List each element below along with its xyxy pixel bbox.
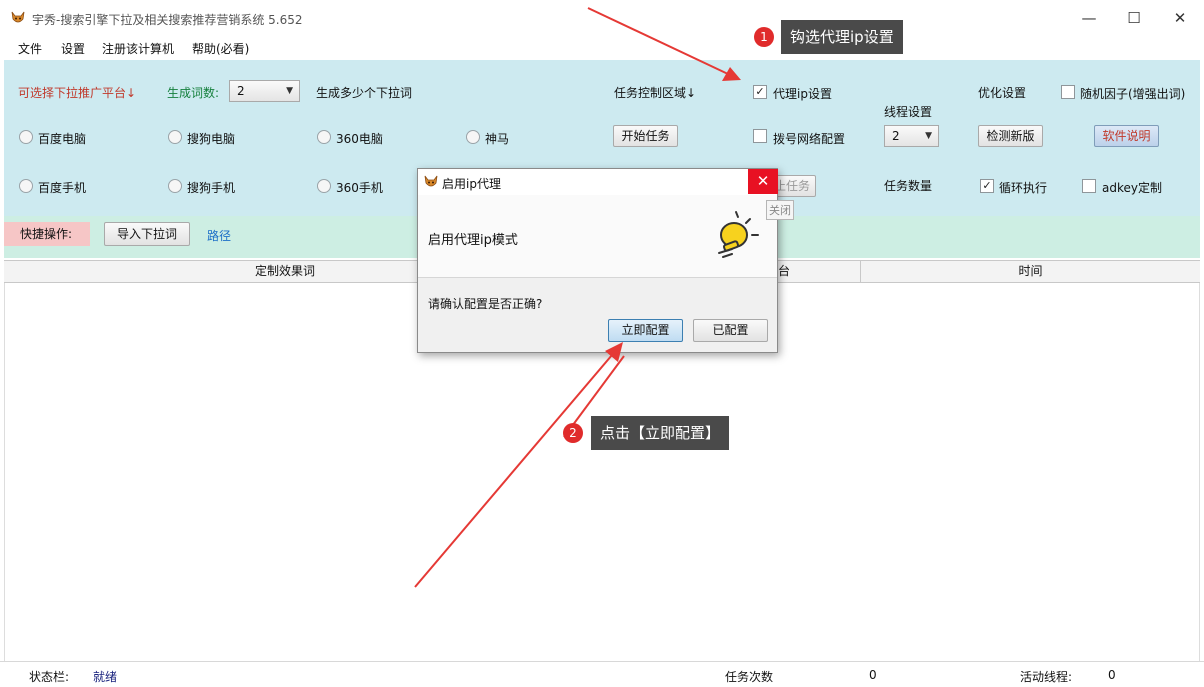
arrow-head-1 [722,67,741,81]
annotation-arrows [414,7,741,588]
step-2-badge: 2 [563,423,583,443]
step-1-callout: 钩选代理ip设置 [781,20,903,54]
arrow-line-1 [587,7,729,75]
step-2-callout: 点击【立即配置】 [591,416,730,450]
arrow-line-2 [414,354,613,588]
step-1-badge: 1 [754,27,774,47]
